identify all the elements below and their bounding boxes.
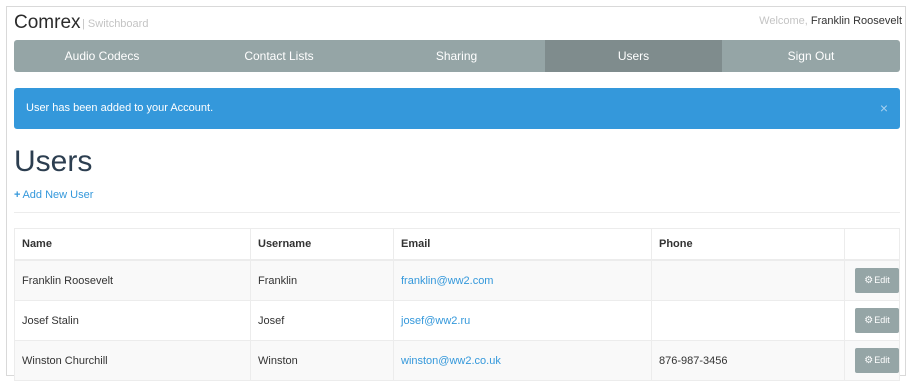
column-header-name: Name — [14, 228, 251, 261]
table-header-row: Name Username Email Phone — [14, 228, 900, 261]
table-row: Josef Stalin Josef josef@ww2.ru ⚙Edit — [14, 300, 900, 341]
phone-cell: 876-987-3456 — [651, 340, 845, 381]
edit-button-label: Edit — [874, 275, 890, 285]
close-icon[interactable]: × — [880, 88, 888, 129]
divider — [14, 212, 900, 213]
edit-button[interactable]: ⚙Edit — [855, 348, 899, 373]
nav-contact-lists[interactable]: Contact Lists — [190, 40, 368, 72]
edit-button[interactable]: ⚙Edit — [855, 308, 899, 333]
column-header-actions — [844, 228, 900, 261]
user-name-cell: Josef Stalin — [14, 300, 251, 341]
alert-message: User has been added to your Account. — [26, 102, 214, 114]
current-user-name: Franklin Roosevelt — [810, 15, 902, 27]
edit-button[interactable]: ⚙Edit — [855, 268, 899, 293]
brand-logo[interactable]: Comrex — [14, 12, 81, 34]
action-cell: ⚙Edit — [844, 340, 900, 381]
column-header-username: Username — [250, 228, 394, 261]
edit-button-label: Edit — [874, 355, 890, 365]
app-header: Comrex | Switchboard Welcome, Franklin R… — [14, 12, 902, 36]
email-cell: josef@ww2.ru — [393, 300, 652, 341]
action-cell: ⚙Edit — [844, 260, 900, 301]
user-name-cell: Franklin Roosevelt — [14, 260, 251, 301]
email-link[interactable]: franklin@ww2.com — [401, 275, 493, 287]
email-link[interactable]: winston@ww2.co.uk — [401, 355, 501, 367]
phone-cell — [651, 300, 845, 341]
column-header-phone: Phone — [651, 228, 845, 261]
welcome-label: Welcome, — [759, 15, 811, 27]
column-header-email: Email — [393, 228, 652, 261]
username-cell: Franklin — [250, 260, 394, 301]
email-link[interactable]: josef@ww2.ru — [401, 315, 470, 327]
add-new-user-label: Add New User — [22, 189, 94, 201]
gear-icon: ⚙ — [864, 275, 874, 286]
brand-subtitle: | Switchboard — [82, 18, 149, 30]
plus-icon: + — [14, 189, 21, 201]
edit-button-label: Edit — [874, 315, 890, 325]
table-row: Winston Churchill Winston winston@ww2.co… — [14, 340, 900, 381]
action-cell: ⚙Edit — [844, 300, 900, 341]
main-nav: Audio Codecs Contact Lists Sharing Users… — [14, 40, 900, 72]
username-cell: Josef — [250, 300, 394, 341]
username-cell: Winston — [250, 340, 394, 381]
table-row: Franklin Roosevelt Franklin franklin@ww2… — [14, 260, 900, 301]
gear-icon: ⚙ — [864, 355, 874, 366]
nav-audio-codecs[interactable]: Audio Codecs — [14, 40, 190, 72]
nav-users[interactable]: Users — [545, 40, 722, 72]
users-table: Name Username Email Phone Franklin Roose… — [14, 228, 900, 381]
email-cell: franklin@ww2.com — [393, 260, 652, 301]
email-cell: winston@ww2.co.uk — [393, 340, 652, 381]
nav-sign-out[interactable]: Sign Out — [722, 40, 900, 72]
page-title: Users — [14, 145, 93, 178]
welcome-message: Welcome, Franklin Roosevelt — [759, 15, 902, 27]
gear-icon: ⚙ — [864, 315, 874, 326]
success-alert: User has been added to your Account. × — [14, 88, 900, 129]
phone-cell — [651, 260, 845, 301]
add-new-user-link[interactable]: + Add New User — [14, 189, 93, 201]
user-name-cell: Winston Churchill — [14, 340, 251, 381]
nav-sharing[interactable]: Sharing — [368, 40, 545, 72]
